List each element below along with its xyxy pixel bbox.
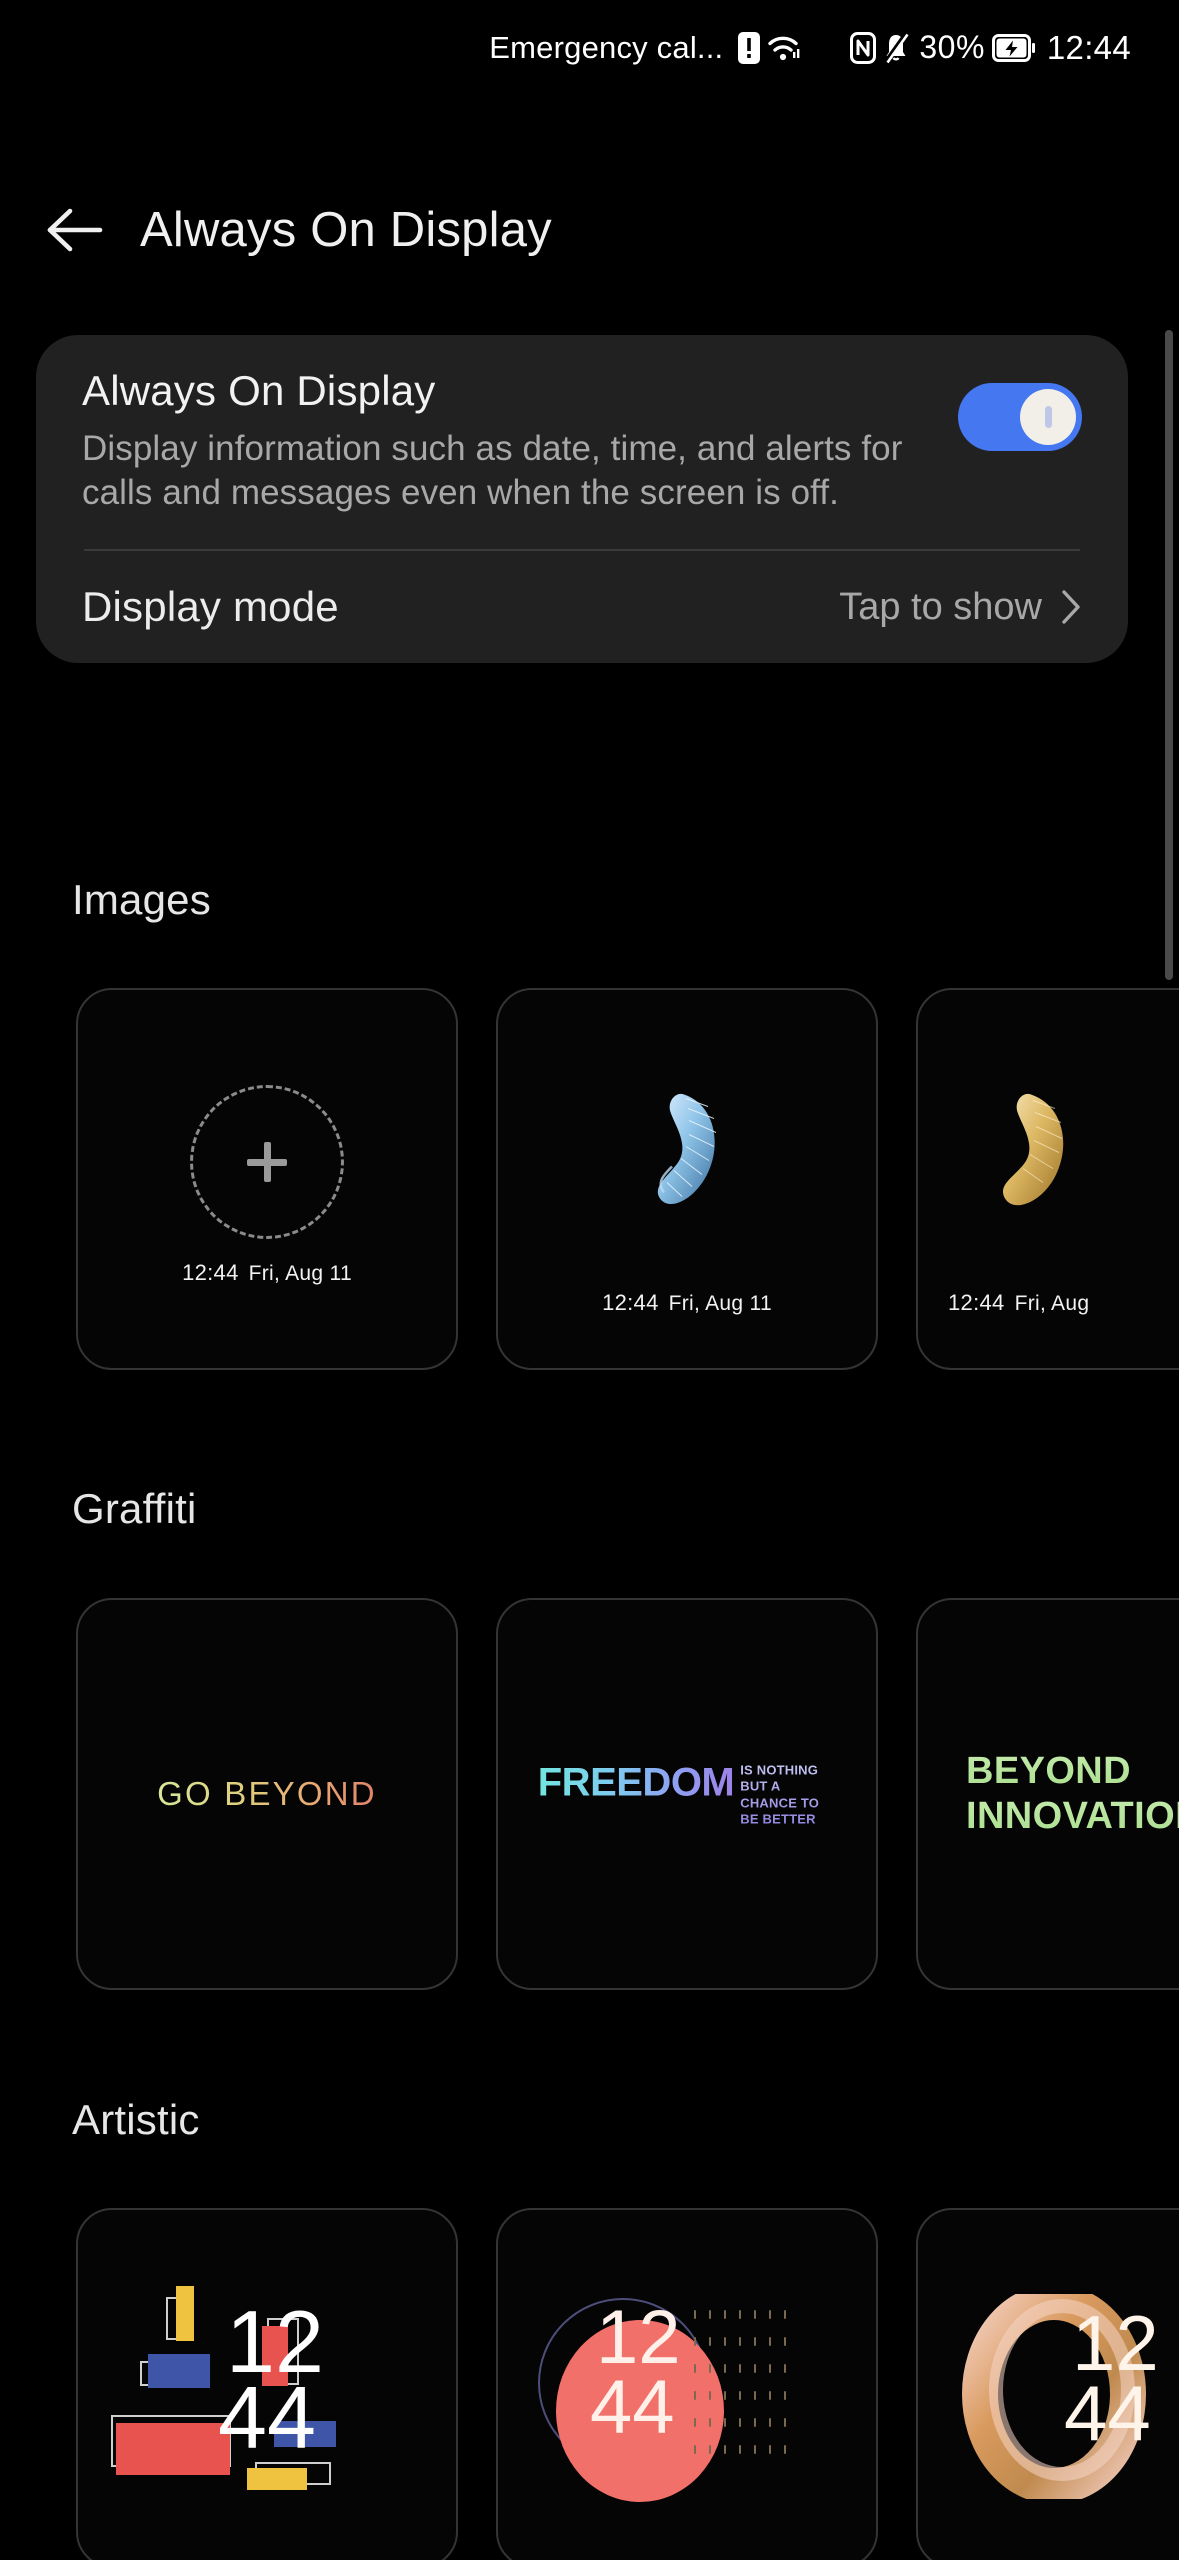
display-mode-label: Display mode — [82, 583, 339, 631]
always-on-display-toggle[interactable] — [958, 383, 1082, 451]
page-title: Always On Display — [140, 203, 552, 257]
image-tile-blue-ribbon[interactable]: 12:44 Fri, Aug 11 — [496, 988, 878, 1370]
dot-grid — [694, 2310, 799, 2472]
always-on-display-screen: Emergency cal... 30% 12:44 Always On Dis… — [0, 0, 1179, 2560]
mute-icon — [883, 32, 909, 64]
section-title-graffiti: Graffiti — [72, 1485, 197, 1532]
artistic-tile-red-circle[interactable]: 12 44 — [496, 2208, 878, 2560]
carrier-label: Emergency cal... — [489, 29, 724, 65]
graffiti-tile-go-beyond[interactable]: GO BEYOND — [76, 1598, 458, 1990]
graffiti-text: FREEDOM — [537, 1760, 735, 1805]
chevron-right-icon — [1060, 588, 1082, 626]
section-title-artistic: Artistic — [72, 2096, 200, 2143]
tile-date: Fri, Aug 11 — [668, 1292, 772, 1315]
status-clock: 12:44 — [1046, 28, 1131, 66]
wifi-icon — [767, 33, 801, 63]
plus-icon — [247, 1142, 287, 1182]
artistic-row[interactable]: 12 44 12 44 12 44 — [0, 2208, 1179, 2560]
graffiti-line-1: BEYOND — [966, 1749, 1179, 1794]
tile-clock-preview: 12:44 Fri, Aug — [948, 1290, 1089, 1316]
aod-card-description: Display information such as date, time, … — [82, 429, 903, 513]
page-header: Always On Display — [0, 170, 1179, 290]
graffiti-content: GO BEYOND — [78, 1775, 456, 1813]
artistic-minutes: 44 — [218, 2368, 316, 2467]
tile-clock-preview: 12:44 Fri, Aug 11 — [498, 1290, 876, 1316]
add-image-button[interactable] — [190, 1085, 344, 1239]
back-arrow-icon[interactable] — [20, 205, 130, 255]
graffiti-text: GO BEYOND — [157, 1775, 377, 1812]
graffiti-tile-beyond-innovation[interactable]: BEYOND INNOVATION — [916, 1598, 1179, 1990]
tile-time: 12:44 — [948, 1290, 1005, 1315]
artistic-hours: 12 — [596, 2295, 681, 2380]
tile-date: Fri, Aug 11 — [248, 1262, 352, 1285]
artistic-tile-mondrian[interactable]: 12 44 — [76, 2208, 458, 2560]
graffiti-row[interactable]: GO BEYOND FREEDOM IS NOTHING BUT A CHANC… — [0, 1598, 1179, 1990]
section-title-images: Images — [72, 876, 211, 923]
display-mode-row[interactable]: Display mode Tap to show — [82, 551, 1082, 663]
graffiti-content: FREEDOM IS NOTHING BUT A CHANCE TO BE BE… — [498, 1761, 876, 1828]
aod-card-title: Always On Display — [82, 367, 436, 414]
tile-time: 12:44 — [182, 1260, 239, 1285]
page-scrollbar[interactable] — [1165, 330, 1173, 980]
aod-text-block: Always On Display Display information su… — [82, 367, 958, 515]
image-tile-gold-ribbon[interactable]: 12:44 Fri, Aug — [916, 988, 1179, 1370]
graffiti-subtext: IS NOTHING BUT A CHANCE TO BE BETTER — [740, 1761, 836, 1828]
tile-date: Fri, Aug — [1014, 1292, 1090, 1315]
artistic-minutes: 44 — [590, 2365, 675, 2450]
graffiti-tile-freedom[interactable]: FREEDOM IS NOTHING BUT A CHANCE TO BE BE… — [496, 1598, 878, 1990]
tile-clock-preview: 12:44 Fri, Aug 11 — [78, 1260, 456, 1286]
artistic-tile-gold-ring[interactable]: 12 44 — [916, 2208, 1179, 2560]
alert-icon — [738, 31, 761, 64]
aod-toggle-row[interactable]: Always On Display Display information su… — [82, 335, 1082, 549]
nfc-icon — [850, 31, 877, 64]
blue-ribbon-icon — [612, 1081, 762, 1236]
graffiti-line-2: INNOVATION — [966, 1794, 1179, 1839]
artistic-minutes: 44 — [1064, 2369, 1151, 2457]
image-tile-add[interactable]: 12:44 Fri, Aug 11 — [76, 988, 458, 1370]
gold-ribbon-icon — [959, 1081, 1109, 1236]
battery-charging-icon — [991, 33, 1036, 62]
display-mode-value: Tap to show — [839, 585, 1042, 628]
toggle-knob — [1020, 389, 1076, 445]
images-row[interactable]: 12:44 Fri, Aug 11 12:44 Fri, Aug 11 12:4… — [0, 988, 1179, 1370]
always-on-display-card: Always On Display Display information su… — [36, 335, 1128, 664]
graffiti-content: BEYOND INNOVATION — [918, 1749, 1179, 1839]
tile-time: 12:44 — [602, 1290, 659, 1315]
battery-percent-label: 30% — [919, 29, 985, 65]
status-bar: Emergency cal... 30% 12:44 — [0, 0, 1179, 95]
